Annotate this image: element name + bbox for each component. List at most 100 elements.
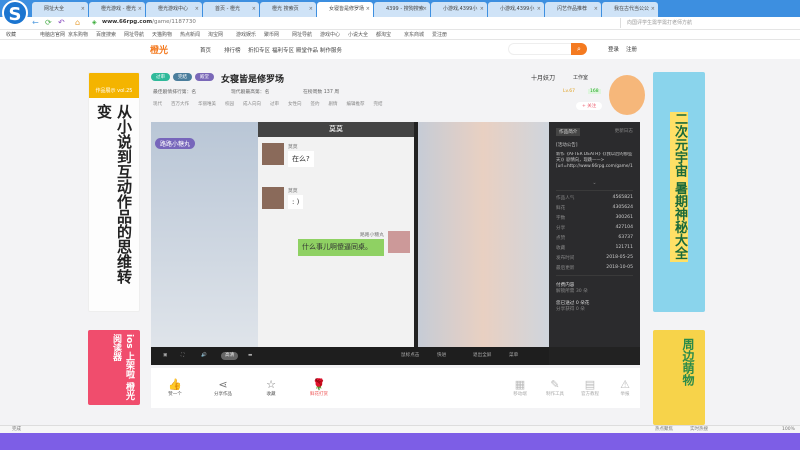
bookmark-item[interactable]: 京东购物 [68,30,88,40]
toolbar-control[interactable]: 鼠标点击 [401,347,419,365]
genre-tag[interactable]: 编辑推荐 [347,101,365,107]
close-tab-icon[interactable]: × [480,2,484,17]
author-avatar[interactable] [609,75,645,115]
bookmark-item[interactable]: 淘宝网 [208,30,223,40]
left-ad-banner[interactable]: 作品展示 vol.25 从小说到互动作品的思维转变 [88,72,140,312]
login-link[interactable]: 登录 [608,45,619,53]
quality-button[interactable]: 高清 [221,352,239,360]
bookmark-item[interactable]: 热点新闻 [180,30,200,40]
close-tab-icon[interactable]: × [423,2,427,17]
browser-tab[interactable]: 橙光游戏中心 × [146,2,202,17]
window-icon[interactable]: ▬ [248,347,252,365]
site-search-input[interactable] [508,43,572,55]
action-button-right[interactable]: ▦ 移动端 [500,378,540,397]
browser-tab[interactable]: 橙光 搜索页 × [260,2,316,17]
author-name[interactable]: 十月妖刀 [531,73,555,82]
close-tab-icon[interactable]: × [195,2,199,17]
action-button[interactable]: 🌹 鲜花打赏 [299,378,339,397]
left-ad-ios[interactable]: ios 上架啦 橙光阅读器 [88,330,140,405]
close-tab-icon[interactable]: × [651,2,655,17]
browser-tab[interactable]: 小游戏,4399小 × [488,2,544,17]
register-link[interactable]: 注册 [626,45,637,53]
browser-tab[interactable]: 网址大全 × [32,2,88,17]
bookmark-item[interactable]: 爱注册 [432,30,447,40]
browser-tab[interactable]: 小游戏,4399小 × [431,2,487,17]
bookmark-item[interactable]: 电脑店官网 [40,30,65,40]
bookmark-item[interactable]: 收藏 [6,30,16,40]
genre-tag[interactable]: 百万大作 [171,101,189,107]
browser-tab[interactable]: 首页 - 橙光 × [203,2,259,17]
back-icon[interactable]: ← [32,18,39,27]
action-button-right[interactable]: ▤ 官方教程 [570,378,610,397]
genre-tag[interactable]: 完结 [374,101,383,107]
browser-search-input[interactable]: 向国评学生需学需打老师方航 [620,18,790,28]
close-tab-icon[interactable]: × [594,2,598,17]
studio-link[interactable]: 工作室 [573,74,588,81]
genre-tag[interactable]: 过审 [270,101,279,107]
toolbar-control[interactable]: 菜单 [509,347,518,365]
genre-tag[interactable]: 签约 [311,101,320,107]
volume-icon[interactable]: 🔊 [201,347,207,365]
url-field[interactable]: www.66rpg.com/game/1187730 [102,19,196,25]
site-nav-item[interactable]: 排行榜 [224,46,241,54]
toolbar-control[interactable]: 快进 [437,347,446,365]
fullscreen-icon[interactable]: ⛶ [181,347,184,365]
right-ad-banner[interactable]: 二次元宇宙 暑期神秘大全 [653,72,705,312]
toolbar-control[interactable]: 退出全屏 [473,347,491,365]
close-tab-icon[interactable]: × [252,2,256,17]
bookmark-item[interactable]: 天猫购物 [152,30,172,40]
genre-tag[interactable]: 现代 [153,101,162,107]
bookmark-item[interactable]: 游戏中心 [320,30,340,40]
action-button[interactable]: 👍 赞一个 [155,378,195,397]
browser-logo[interactable]: S [2,0,28,26]
right-ad-merch[interactable]: 周边萌物 [653,330,705,425]
action-button-right[interactable]: ✎ 制作工具 [535,378,575,397]
screenshot-icon[interactable]: ▣ [163,347,167,365]
site-nav-item[interactable]: 殿堂作品 [296,46,318,54]
bookmark-item[interactable]: 网址导航 [292,30,312,40]
expand-icon[interactable]: ⌄ [556,180,633,191]
browser-tab[interactable]: 4399 - 搜狗搜索 × [374,2,430,17]
site-nav-item[interactable]: 制作服务 [320,46,342,54]
bookmark-item[interactable]: 聚币网 [264,30,279,40]
action-button[interactable]: ☆ 收藏 [251,378,291,397]
close-tab-icon[interactable]: × [81,2,85,17]
close-tab-icon[interactable]: × [366,2,370,17]
undo-icon[interactable]: ↶ [58,18,65,27]
browser-tab[interactable]: 橙光游戏 - 橙光 × [89,2,145,17]
refresh-icon[interactable]: ⟳ [45,18,52,27]
genre-tag[interactable]: 华丽唯美 [198,101,216,107]
action-button[interactable]: ⋖ 分享作品 [203,378,243,397]
tab-intro[interactable]: 作品简介 [556,128,581,136]
tab-update-log[interactable]: 更新日志 [615,128,633,136]
bookmark-item[interactable]: 小说大全 [348,30,368,40]
game-player[interactable]: 路路小糖丸 莫莫 莫莫 在么? 莫莫: ) 路路小糖丸 什么事儿啊傻逼同桌。 作品简介更… [151,122,640,365]
genre-tag[interactable]: 成人向向 [243,101,261,107]
close-tab-icon[interactable]: × [537,2,541,17]
genre-tag[interactable]: 剧情 [329,101,338,107]
follow-button[interactable]: + 关注 [576,102,603,110]
tab-title: 女寝皆是修罗场 [329,6,365,12]
site-nav-item[interactable]: 福利专区 [272,46,294,54]
close-tab-icon[interactable]: × [138,2,142,17]
genre-tag[interactable]: 校园 [225,101,234,107]
site-nav-item[interactable]: 首页 [200,46,211,54]
bookmark-item[interactable]: 百度搜索 [96,30,116,40]
bookmark-item[interactable]: 都淘宝 [376,30,391,40]
browser-tab[interactable]: 闪艺作品推荐 × [545,2,601,17]
rank-modern: 现代剧最高第：名 [231,90,270,95]
search-button[interactable]: ⌕ [571,43,587,55]
status-bar: 完成 热点聚焦 实时热搜 100% [0,425,800,433]
action-label: 移动端 [513,392,527,397]
action-button-right[interactable]: ⚠ 举报 [605,378,645,397]
browser-tab[interactable]: 我在古代当公公 × [602,2,658,17]
site-nav-item[interactable]: 折扣专区 [248,46,270,54]
bookmark-item[interactable]: 网址导航 [124,30,144,40]
bookmark-item[interactable]: 游戏娱乐 [236,30,256,40]
browser-tab[interactable]: 女寝皆是修罗场 × [317,2,373,17]
site-logo[interactable]: 橙光 [150,43,168,56]
home-icon[interactable]: ⌂ [75,18,80,27]
bookmark-item[interactable]: 京东商城 [404,30,424,40]
close-tab-icon[interactable]: × [309,2,313,17]
genre-tag[interactable]: 女性向 [288,101,302,107]
